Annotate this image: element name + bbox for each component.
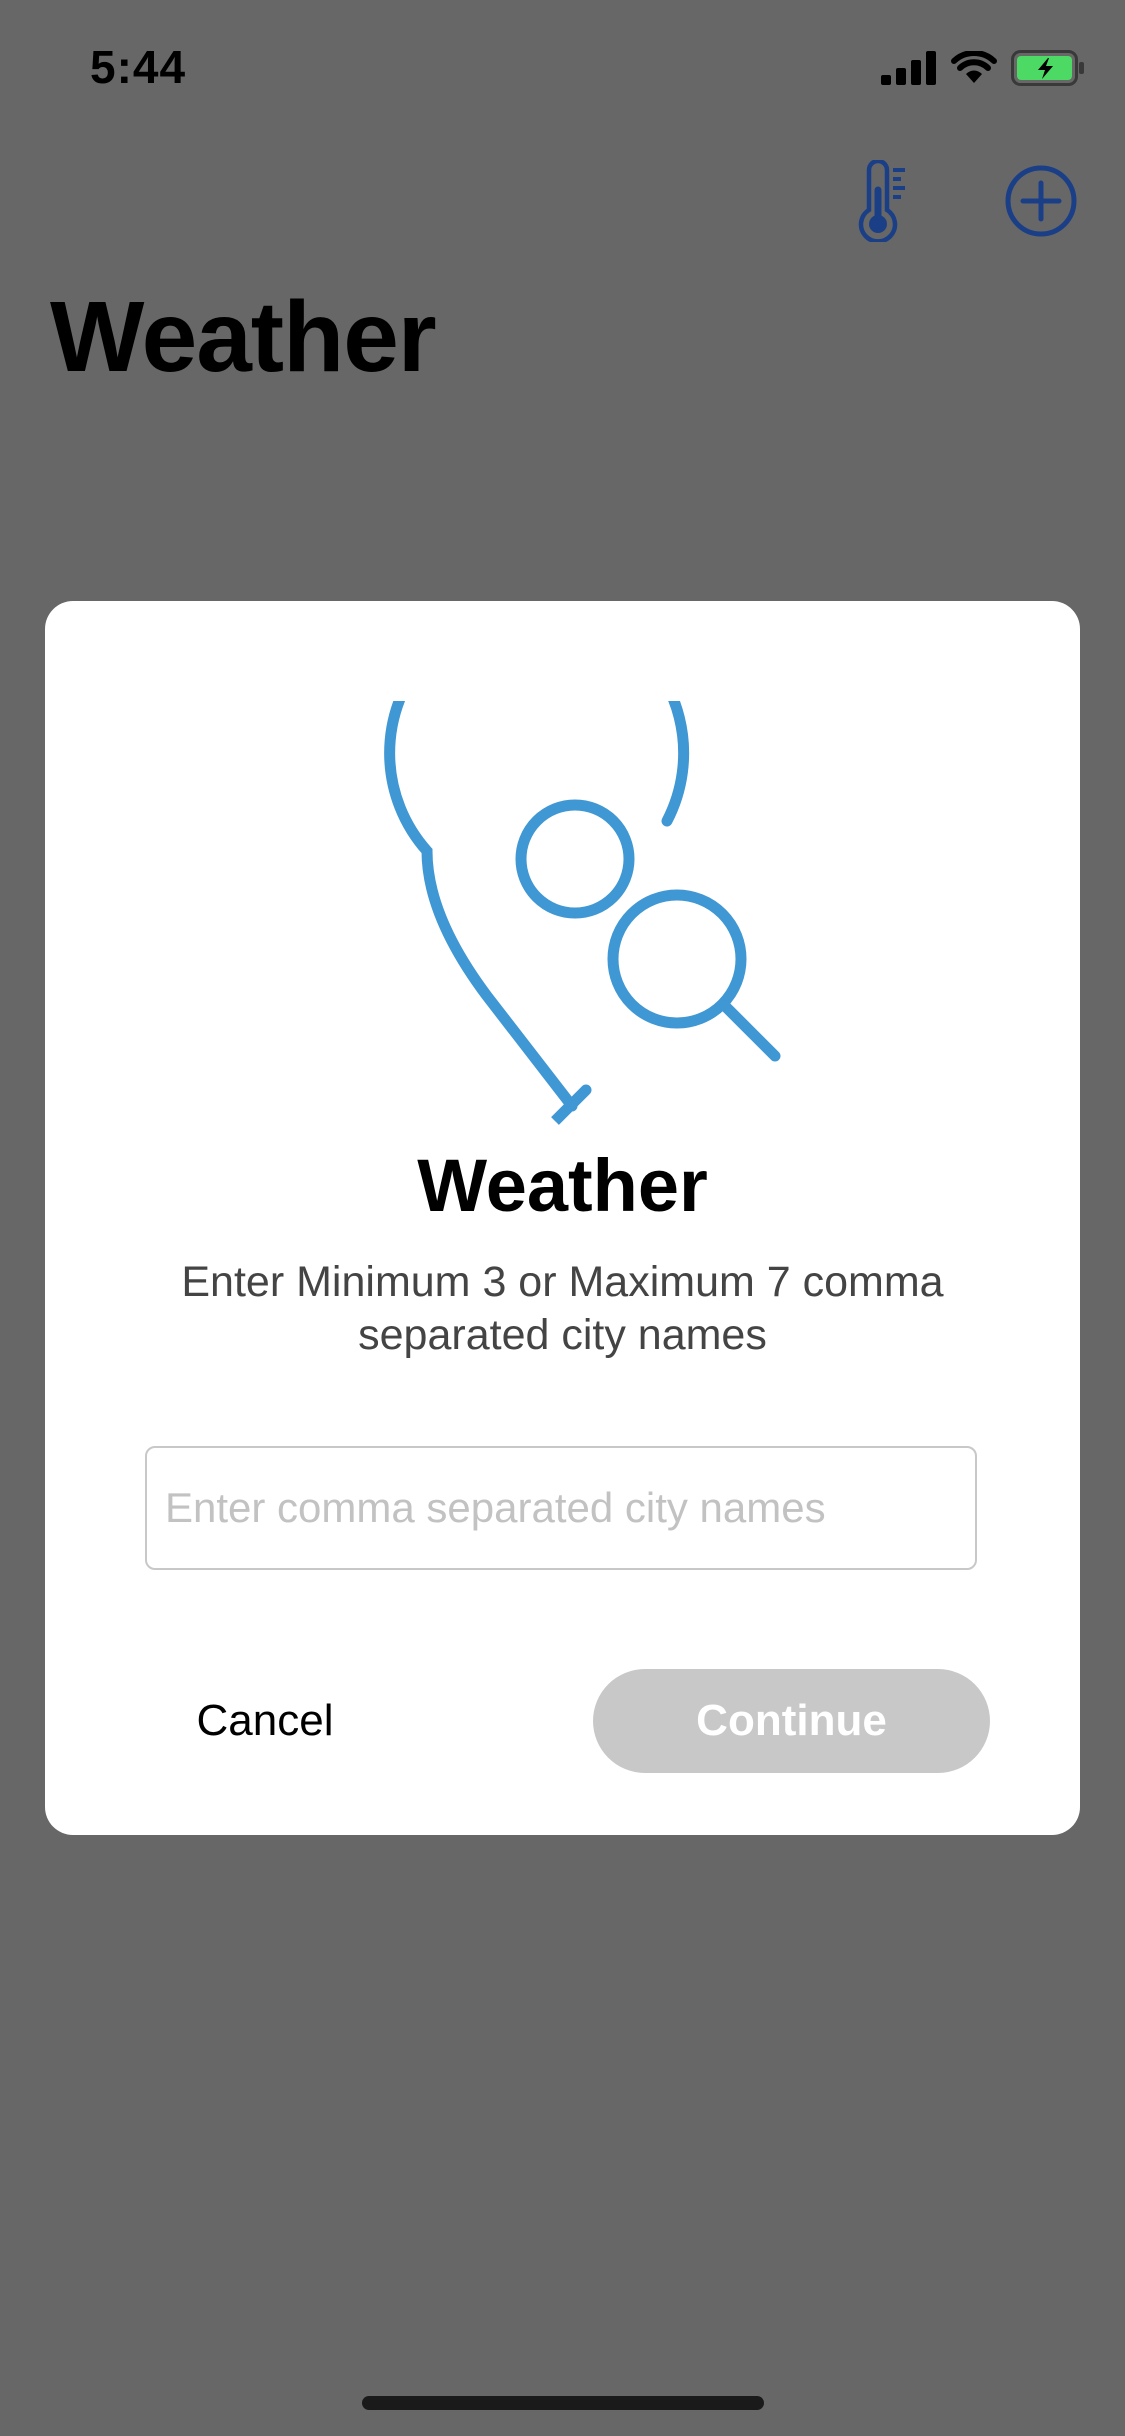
- city-names-input[interactable]: [145, 1446, 977, 1570]
- home-indicator: [362, 2396, 764, 2410]
- add-circle-icon: [1005, 165, 1077, 237]
- thermometer-button[interactable]: [855, 160, 915, 242]
- dialog-message: Enter Minimum 3 or Maximum 7 comma separ…: [181, 1258, 944, 1359]
- location-search-icon: [384, 701, 781, 1125]
- battery-charging-icon: [1011, 50, 1084, 86]
- city-entry-dialog: Weather Enter Minimum 3 or Maximum 7 com…: [45, 601, 1080, 1835]
- cellular-signal-icon: [881, 51, 936, 85]
- wifi-icon: [951, 51, 997, 83]
- page-title: Weather: [50, 281, 437, 393]
- thermometer-icon: [858, 160, 905, 242]
- add-city-button[interactable]: [1003, 163, 1079, 239]
- status-time: 5:44: [90, 41, 187, 93]
- status-bar: 5:44: [0, 0, 1125, 132]
- cancel-button[interactable]: Cancel: [155, 1669, 375, 1773]
- dialog-title: Weather: [417, 1144, 708, 1227]
- continue-button[interactable]: Continue: [593, 1669, 990, 1773]
- status-icons: [881, 50, 1085, 86]
